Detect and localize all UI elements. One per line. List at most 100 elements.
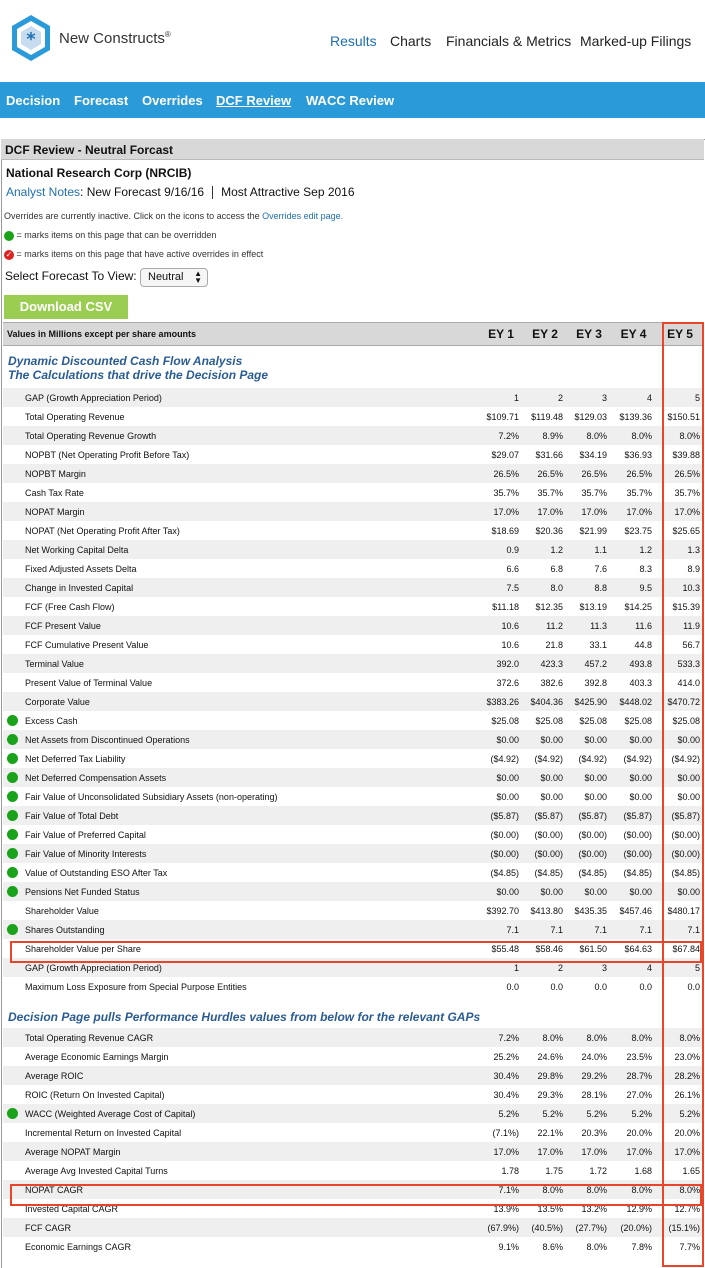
override-green-dot-icon[interactable] (7, 715, 18, 726)
override-green-dot-icon[interactable] (7, 753, 18, 764)
cell-ey2: 6.8 (550, 563, 563, 574)
cell-ey5: ($5.87) (656, 806, 704, 825)
table-row: Present Value of Terminal Value 372.6 382.… (3, 673, 704, 692)
cell-ey5: 12.7% (674, 1203, 700, 1214)
subnav-wacc-review[interactable]: WACC Review (306, 93, 394, 108)
cell-ey1: 10.6 (479, 616, 523, 635)
cell-ey4: $0.00 (611, 882, 656, 901)
subnav-decision[interactable]: Decision (6, 93, 60, 108)
override-green-dot-icon[interactable] (7, 867, 18, 878)
nav-charts[interactable]: Charts (390, 33, 431, 49)
row-label: FCF Cumulative Present Value (25, 639, 149, 650)
row-label: Total Operating Revenue (25, 411, 125, 422)
dcf-table: Values in Millions except per share amou… (3, 322, 704, 1256)
cell-ey1: $18.69 (491, 525, 519, 536)
cell-ey2: 5.2% (523, 1104, 567, 1123)
row-label: Fair Value of Total Debt (3, 806, 479, 825)
nav-financials-metrics[interactable]: Financials & Metrics (446, 33, 571, 49)
cell-ey4: 26.5% (611, 464, 656, 483)
override-green-dot-icon[interactable] (7, 772, 18, 783)
cell-ey3: ($0.00) (567, 844, 611, 863)
row-label: Net Deferred Compensation Assets (3, 768, 479, 787)
cell-ey4: 28.7% (611, 1066, 656, 1085)
cell-ey3: 392.8 (584, 677, 607, 688)
cell-ey1: $55.48 (491, 943, 519, 954)
nav-results[interactable]: Results (330, 33, 377, 49)
cell-ey4: $448.02 (611, 692, 656, 711)
download-csv-button[interactable]: Download CSV (4, 295, 128, 319)
override-green-dot-icon[interactable] (7, 886, 18, 897)
cell-ey4: 0.0 (639, 981, 652, 992)
table-header-row: Values in Millions except per share amou… (3, 322, 704, 346)
cell-ey4: 11.6 (611, 616, 656, 635)
override-green-dot-icon[interactable] (7, 829, 18, 840)
row-label: Economic Earnings CAGR (25, 1241, 132, 1252)
cell-ey3: 3 (567, 388, 611, 407)
subnav-overrides[interactable]: Overrides (142, 93, 203, 108)
cell-ey2: 8.0% (523, 1028, 567, 1047)
override-green-dot-icon[interactable] (7, 848, 18, 859)
updown-arrows-icon: ▲ ▼ (194, 269, 202, 285)
cell-ey1: $0.00 (479, 730, 523, 749)
override-green-dot-icon[interactable] (7, 1108, 18, 1119)
cell-ey4: $0.00 (611, 768, 656, 787)
table-row: NOPAT (Net Operating Profit After Tax) $1… (3, 521, 704, 540)
column-header-ey4: EY 4 (611, 322, 656, 346)
new-constructs-logo-icon[interactable]: * (10, 14, 52, 62)
cell-ey4: 23.5% (626, 1051, 652, 1062)
cell-ey3: 1.72 (589, 1165, 607, 1176)
cell-ey5: 8.0% (656, 1180, 704, 1199)
cell-ey5: 8.0% (656, 1028, 704, 1047)
cell-ey4: 17.0% (611, 1142, 656, 1161)
row-label: Corporate Value (3, 692, 479, 711)
cell-ey1: 1.78 (501, 1165, 519, 1176)
analyst-notes-link[interactable]: Analyst Notes (6, 185, 80, 199)
row-label: GAP (Growth Appreciation Period) (3, 388, 479, 407)
nav-marked-up-filings[interactable]: Marked-up Filings (580, 33, 691, 49)
cell-ey2: 17.0% (523, 502, 567, 521)
forecast-select[interactable]: Neutral ▲ ▼ (140, 268, 208, 287)
row-label: Fixed Adjusted Assets Delta (25, 563, 137, 574)
table-row: NOPAT CAGR 7.1% 8.0% 8.0% 8.0% 8.0% (3, 1180, 704, 1199)
row-label: Average Economic Earnings Margin (25, 1051, 169, 1062)
cell-ey4: $139.36 (619, 411, 652, 422)
cell-ey5: $0.00 (656, 882, 704, 901)
cell-ey4: ($0.00) (611, 844, 656, 863)
cell-ey4: 9.5 (611, 578, 656, 597)
cell-ey4: 493.8 (611, 654, 656, 673)
overrides-edit-link[interactable]: Overrides edit page. (262, 211, 343, 221)
override-green-dot-icon[interactable] (7, 810, 18, 821)
panel-header: DCF Review - Neutral Forcast (1, 139, 704, 160)
cell-ey2: 2 (523, 388, 567, 407)
override-green-dot-icon[interactable] (7, 734, 18, 745)
header-label: Values in Millions except per share amou… (3, 322, 479, 346)
cell-ey4: $36.93 (624, 449, 652, 460)
table-row: Excess Cash $25.08 $25.08 $25.08 $25.08 $25.0… (3, 711, 704, 730)
row-label: FCF CAGR (3, 1218, 479, 1237)
cell-ey5: 5 (656, 388, 704, 407)
cell-ey5: 7.1 (656, 920, 704, 939)
table-row: Fair Value of Unconsolidated Subsidiary … (3, 787, 704, 806)
cell-ey2: $31.66 (535, 449, 563, 460)
subnav-dcf-review[interactable]: DCF Review (216, 93, 291, 108)
cell-ey3: 5.2% (567, 1104, 611, 1123)
row-label: FCF Present Value (3, 616, 479, 635)
table-row: GAP (Growth Appreciation Period) 1 2 3 4 5 (3, 388, 704, 407)
cell-ey3: $435.35 (574, 905, 607, 916)
overrides-note: Overrides are currently inactive. Click … (4, 211, 344, 221)
subnav-forecast[interactable]: Forecast (74, 93, 128, 108)
brand-name[interactable]: New Constructs® (59, 30, 171, 47)
cell-ey2: $12.35 (535, 601, 563, 612)
cell-ey1: $29.07 (491, 449, 519, 460)
cell-ey2: 8.0 (523, 578, 567, 597)
cell-ey4: 8.0% (611, 1180, 656, 1199)
cell-ey5: 5 (656, 958, 704, 977)
table-row: Fair Value of Total Debt ($5.87) ($5.87) ($… (3, 806, 704, 825)
cell-ey2: $119.48 (531, 411, 563, 422)
cell-ey4: 44.8 (634, 639, 652, 650)
override-green-dot-icon[interactable] (7, 924, 18, 935)
cell-ey1: 17.0% (479, 502, 523, 521)
override-green-dot-icon[interactable] (7, 791, 18, 802)
cell-ey1: ($0.00) (490, 829, 519, 840)
column-header-ey3: EY 3 (567, 322, 611, 346)
